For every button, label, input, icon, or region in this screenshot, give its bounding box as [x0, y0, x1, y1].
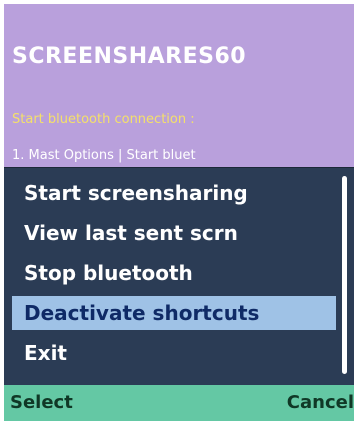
softkey-bar: Select Cancel	[4, 385, 354, 421]
menu-item-exit[interactable]: Exit	[12, 336, 336, 370]
options-menu: Start screensharing View last sent scrn …	[4, 167, 354, 386]
menu-item-stop-bluetooth[interactable]: Stop bluetooth	[12, 256, 336, 290]
phone-screen: SCREENSHARES60 Start bluetooth connectio…	[4, 4, 354, 421]
menu-item-deactivate-shortcuts[interactable]: Deactivate shortcuts	[12, 296, 336, 330]
menu-scrollbar[interactable]	[342, 176, 347, 374]
instructions-heading: Start bluetooth connection :	[12, 112, 195, 127]
instructions-line: 1. Mast Options | Start bluet	[12, 148, 196, 163]
menu-item-start-screensharing[interactable]: Start screensharing	[12, 176, 336, 210]
cancel-softkey[interactable]: Cancel	[287, 392, 354, 413]
select-softkey[interactable]: Select	[10, 392, 73, 413]
app-title: SCREENSHARES60	[12, 44, 247, 69]
menu-item-view-last-sent-screen[interactable]: View last sent scrn	[12, 216, 336, 250]
